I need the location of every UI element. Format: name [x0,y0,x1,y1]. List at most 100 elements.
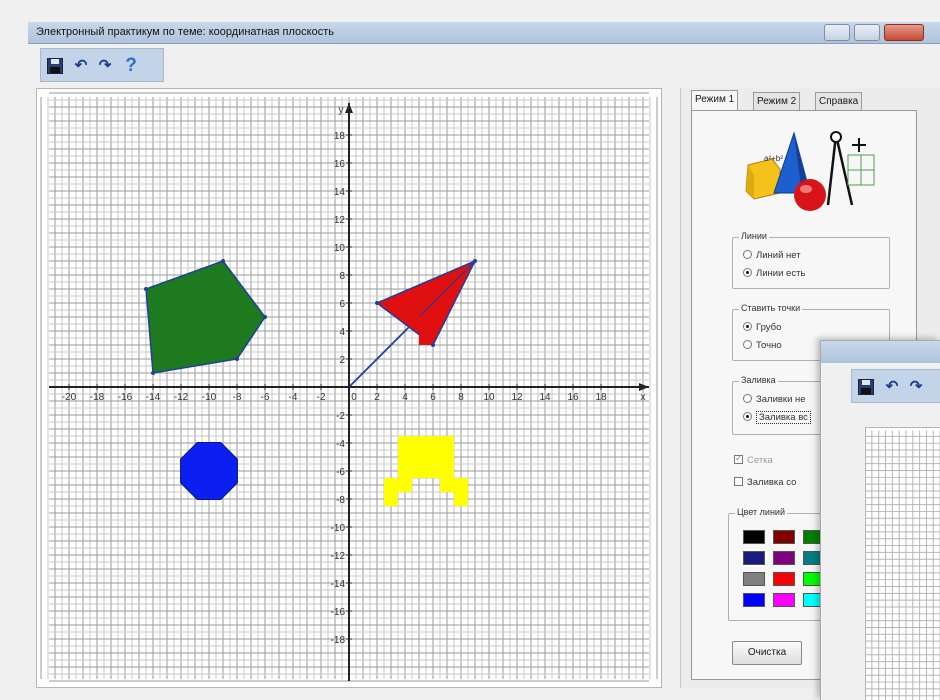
radio-fill-none[interactable]: Заливки не [743,394,806,405]
geometry-clipart-icon: a²+b² [745,131,875,211]
redo-icon[interactable]: ↷ [906,377,926,397]
y-tick-label: -12 [331,551,346,562]
second-window-coordinate-plane[interactable] [865,427,940,700]
lines-group-title: Линии [739,231,769,241]
yellow-block [440,478,454,492]
x-tick-label: 14 [539,392,551,403]
checkbox-grid[interactable]: Сетка [734,453,773,466]
x-tick-label: 12 [511,392,523,403]
radio-points-rough-label: Грубо [756,322,782,333]
radio-no-lines[interactable]: Линий нет [743,250,801,261]
yellow-block [454,492,468,506]
color-swatch[interactable] [743,593,765,607]
yellow-block [398,478,412,492]
color-swatch[interactable] [741,549,767,567]
x-tick-label: 2 [374,392,380,403]
close-button[interactable] [884,24,924,41]
y-tick-label: -6 [336,467,345,478]
redo-icon[interactable]: ↷ [95,56,115,76]
second-window-toolbar: ↶ ↷ [851,369,940,403]
y-tick-label: -2 [336,411,345,422]
coordinate-plane[interactable]: -20 -18 -16 -14 -12 -10 -8 -6 -4 -2 0 2 4 6 8 10 12 14 16 1… [37,89,661,687]
y-tick-label: 8 [339,271,345,282]
arrow-vertex [473,259,477,263]
y-tick-label: -18 [331,635,346,646]
coordinate-plane-frame: -20 -18 -16 -14 -12 -10 -8 -6 -4 -2 0 2 4 6 8 10 12 14 16 1… [36,88,662,688]
x-tick-label: 10 [483,392,495,403]
undo-icon[interactable]: ↶ [71,56,91,76]
radio-points-exact[interactable]: Точно [743,340,782,351]
x-tick-label: 16 [567,392,579,403]
y-tick-label: 12 [334,215,346,226]
pentagon-vertex [151,371,155,375]
pentagon-vertex [144,287,148,291]
pentagon-vertex [263,315,267,319]
yellow-block [412,436,426,450]
color-swatch[interactable] [773,572,795,586]
arrow-vertex [375,301,379,305]
save-icon[interactable] [858,379,874,395]
second-window-title-bar [821,341,940,363]
y-axis-label: y [339,105,344,116]
radio-no-lines-label: Линий нет [756,250,801,261]
help-icon[interactable]: ? [121,56,141,76]
y-tick-label: -8 [336,495,345,506]
save-icon[interactable] [47,58,63,74]
x-tick-label: 18 [595,392,607,403]
yellow-block [440,436,454,450]
checkbox-fill-color-label: Заливка со [747,477,797,488]
x-axis-label: x [641,392,646,403]
blue-octagon [180,442,238,500]
window-title: Электронный практикум по теме: координат… [36,26,334,38]
y-tick-label: 14 [334,187,346,198]
yellow-block [440,450,454,464]
yellow-block [412,464,426,478]
radio-points-rough[interactable]: Грубо [743,322,781,333]
svg-text:a²+b²: a²+b² [764,154,783,163]
radio-fill-all[interactable]: Заливка вс [743,411,811,424]
x-tick-label: -6 [261,392,270,403]
pentagon-vertex [221,259,225,263]
line-color-group-title: Цвет линий [735,507,787,517]
checkbox-fill-color[interactable]: Заливка со [734,477,796,488]
radio-lines-on-indicator [743,268,752,277]
yellow-block [398,436,412,450]
radio-lines-on[interactable]: Линии есть [743,268,805,279]
toolbar: ↶ ↷ ? [40,48,164,82]
radio-lines-on-label: Линии есть [756,268,806,279]
red-square [419,331,433,345]
x-axis-arrowhead [639,383,649,391]
color-swatch[interactable] [773,551,795,565]
pentagon-vertex [235,357,239,361]
yellow-block [454,478,468,492]
points-group-title: Ставить точки [739,303,803,313]
x-tick-label: 6 [430,392,436,403]
undo-icon[interactable]: ↶ [882,377,902,397]
radio-fill-none-label: Заливки не [756,394,806,405]
x-tick-label: 4 [402,392,408,403]
y-tick-label: 2 [339,355,345,366]
x-tick-label: -4 [289,392,298,403]
color-swatch[interactable] [743,530,765,544]
green-pentagon [145,260,266,374]
clear-button[interactable]: Очистка [732,641,802,665]
radio-points-exact-label: Точно [756,340,782,351]
checkbox-grid-indicator [734,453,743,464]
yellow-block [440,464,454,478]
tab-help[interactable]: Справка [815,92,863,112]
radio-points-exact-indicator [743,340,752,349]
minimize-button[interactable] [824,24,850,41]
color-swatch[interactable] [773,593,795,607]
maximize-button[interactable] [854,24,880,41]
x-tick-label: -12 [174,392,189,403]
x-tick-label: -16 [118,392,133,403]
checkbox-grid-label: Сетка [747,455,773,466]
tab-mode-2[interactable]: Режим 2 [753,92,801,112]
color-swatch[interactable] [743,572,765,586]
y-tick-label: 16 [334,159,346,170]
color-swatch[interactable] [773,530,795,544]
x-tick-label: -10 [202,392,217,403]
radio-fill-none-indicator [743,394,752,403]
y-tick-label: 18 [334,131,346,142]
lines-group: Линии Линий нет Линии есть [732,231,890,289]
